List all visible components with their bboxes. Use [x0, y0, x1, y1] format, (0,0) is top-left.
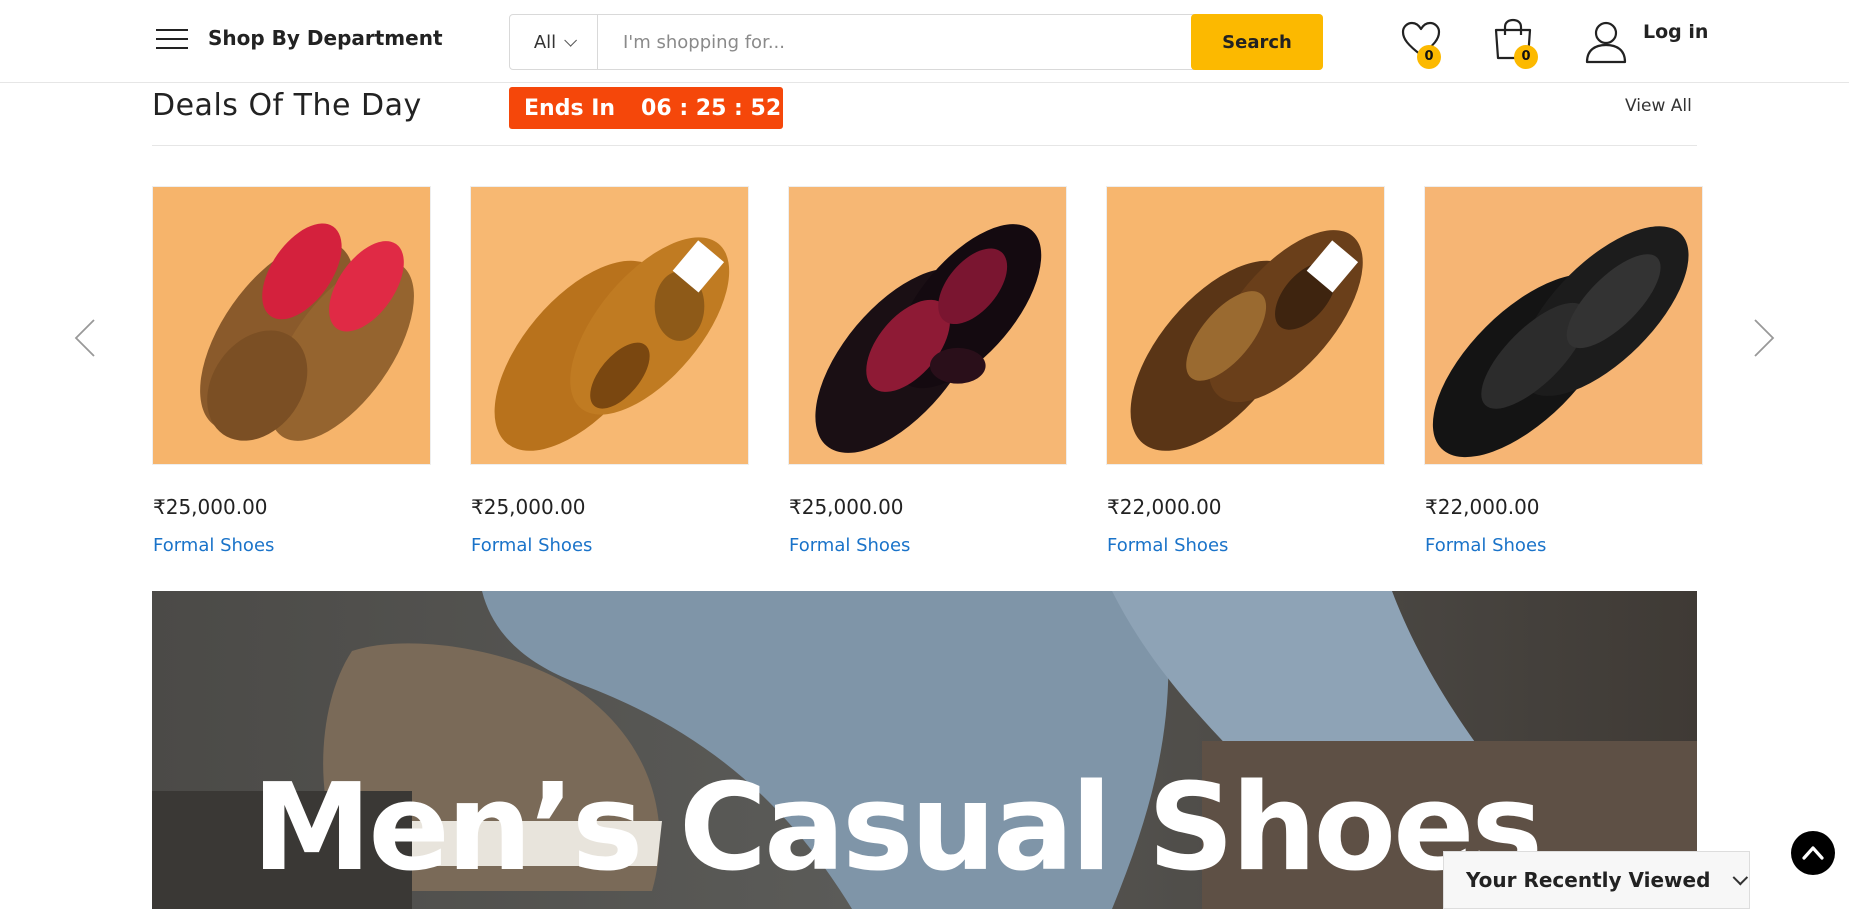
product-price: ₹22,000.00: [1425, 495, 1540, 519]
product-category-link[interactable]: Formal Shoes: [789, 535, 910, 556]
product-image-black-red-patent-loafer[interactable]: [788, 186, 1067, 465]
scroll-to-top-button[interactable]: [1791, 831, 1835, 875]
product-category-link[interactable]: Formal Shoes: [1425, 535, 1546, 556]
product-price: ₹22,000.00: [1107, 495, 1222, 519]
product-image-black-woven-lace-up[interactable]: [1424, 186, 1703, 465]
recently-viewed-toggle[interactable]: Your Recently Viewed: [1443, 851, 1750, 909]
product-image-brown-glossy-loafer[interactable]: [1106, 186, 1385, 465]
product-category-link[interactable]: Formal Shoes: [153, 535, 274, 556]
product-category-link[interactable]: Formal Shoes: [471, 535, 592, 556]
chevron-left-icon: [74, 319, 95, 357]
product-price: ₹25,000.00: [153, 495, 268, 519]
product-price: ₹25,000.00: [471, 495, 586, 519]
login-link[interactable]: Log in: [1643, 21, 1708, 43]
cart-button[interactable]: 0: [1491, 18, 1539, 69]
product-image-brown-suede-loafer[interactable]: [152, 186, 431, 465]
site-header: Shop By Department All Search 0 0 Log in: [0, 0, 1849, 83]
view-all-link[interactable]: View All: [1625, 96, 1692, 116]
product-card[interactable]: ₹25,000.00 Formal Shoes: [470, 186, 749, 556]
product-price: ₹25,000.00: [789, 495, 904, 519]
chevron-right-icon: [1754, 319, 1775, 357]
product-card[interactable]: ₹22,000.00 Formal Shoes: [1106, 186, 1385, 556]
countdown-label: Ends In: [524, 95, 616, 121]
product-card[interactable]: ₹25,000.00 Formal Shoes: [152, 186, 431, 556]
section-divider: [152, 145, 1697, 146]
wishlist-button[interactable]: 0: [1400, 20, 1444, 69]
search-button[interactable]: Search: [1191, 14, 1323, 70]
carousel-next-button[interactable]: [1743, 318, 1783, 358]
shop-by-department-menu[interactable]: Shop By Department: [156, 26, 443, 50]
wishlist-count-badge: 0: [1417, 45, 1441, 69]
product-card[interactable]: ₹25,000.00 Formal Shoes: [788, 186, 1067, 556]
product-category-link[interactable]: Formal Shoes: [1107, 535, 1228, 556]
category-select-value: All: [533, 31, 557, 53]
chevron-up-icon: [1802, 846, 1824, 860]
department-label: Shop By Department: [208, 26, 443, 50]
chevron-down-icon: [564, 33, 578, 47]
recently-viewed-label: Your Recently Viewed: [1466, 868, 1711, 892]
chevron-down-icon: [1732, 869, 1749, 885]
product-image-tan-crocodile-loafer[interactable]: [470, 186, 749, 465]
category-select[interactable]: All: [510, 15, 598, 69]
deals-section-title: Deals Of The Day: [152, 88, 422, 123]
hamburger-menu-icon: [156, 26, 188, 50]
product-card[interactable]: ₹22,000.00 Formal Shoes: [1424, 186, 1703, 556]
carousel-prev-button[interactable]: [66, 318, 106, 358]
banner-title: Men’s Casual Shoes: [252, 759, 1543, 898]
account-button[interactable]: [1585, 20, 1629, 64]
cart-count-badge: 0: [1514, 45, 1538, 69]
countdown-time: 06 : 25 : 52: [641, 95, 782, 121]
deals-countdown: Ends In 06 : 25 : 52: [509, 87, 783, 129]
user-icon: [1585, 21, 1627, 64]
